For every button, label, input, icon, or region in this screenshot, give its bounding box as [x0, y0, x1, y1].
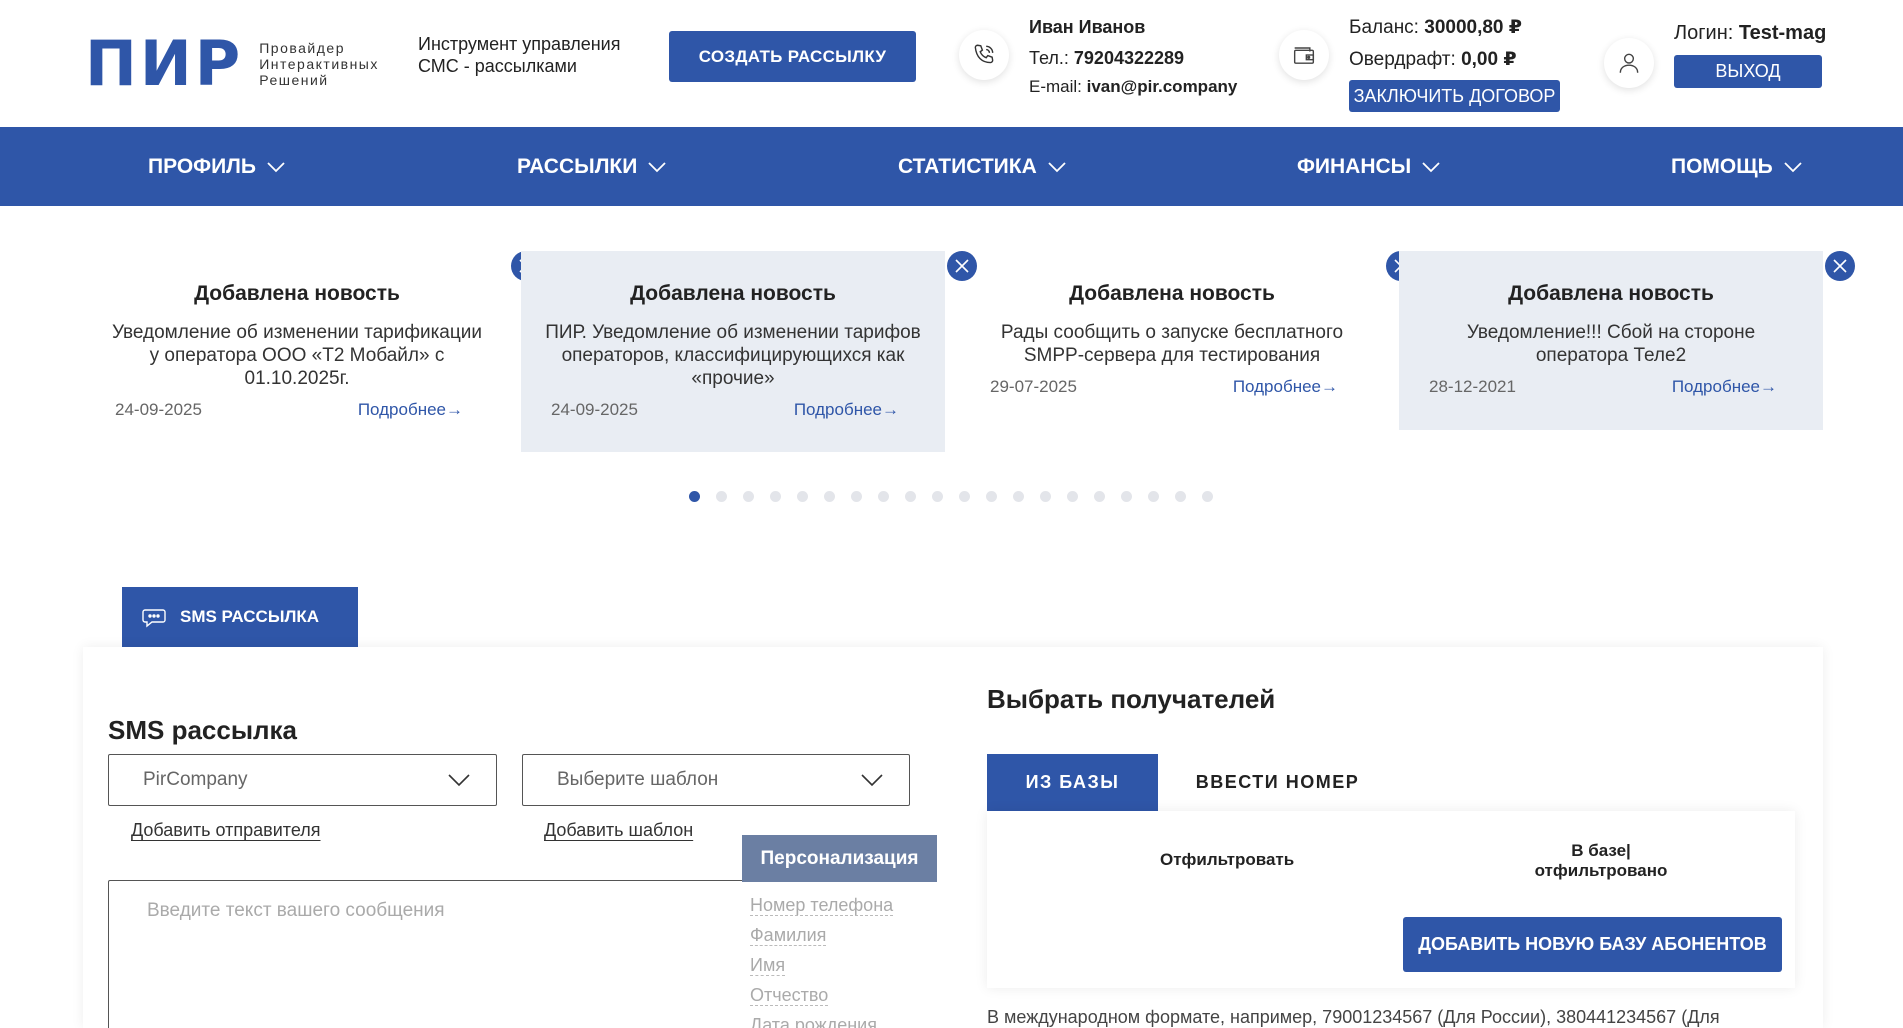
news-title: Добавлена новость — [630, 282, 836, 305]
contract-button[interactable]: ЗАКЛЮЧИТЬ ДОГОВОР — [1349, 80, 1560, 112]
slider-dot[interactable] — [959, 491, 970, 502]
template-select[interactable]: Выберите шаблон — [522, 754, 910, 806]
login-value: Test-mag — [1738, 22, 1827, 44]
news-more-link[interactable]: Подробнее→ — [794, 400, 899, 420]
slider-dot[interactable] — [1121, 491, 1132, 502]
add-subscriber-base-button[interactable]: ДОБАВИТЬ НОВУЮ БАЗУ АБОНЕНТОВ — [1403, 917, 1782, 972]
sender-select[interactable]: PirCompany — [108, 754, 497, 806]
recipients-heading: Выбрать получателей — [987, 684, 1276, 714]
slider-dot[interactable] — [1040, 491, 1051, 502]
slider-dot[interactable] — [797, 491, 808, 502]
base-count-label: В базе| отфильтровано — [1534, 841, 1668, 880]
news-more-link[interactable]: Подробнее→ — [1233, 377, 1338, 397]
news-more-link[interactable]: Подробнее→ — [1672, 377, 1777, 397]
nav-profile[interactable]: ПРОФИЛЬ — [148, 127, 286, 206]
tab-from-base[interactable]: ИЗ БАЗЫ — [987, 754, 1158, 811]
slider-dot[interactable] — [1175, 491, 1186, 502]
slider-dot[interactable] — [1094, 491, 1105, 502]
news-text: ПИР. Уведомление об изменении тарифов оп… — [545, 322, 921, 389]
nav-statistics[interactable]: СТАТИСТИКА — [898, 127, 1067, 206]
tab-sms-mailing[interactable]: SMS РАССЫЛКА — [122, 587, 358, 647]
news-more-link[interactable]: Подробнее→ — [358, 400, 463, 420]
personalization-item[interactable]: Фамилия — [750, 920, 937, 950]
balance-info: Баланс: 30000,80 ₽ Овердрафт: 0,00 ₽ — [1349, 12, 1522, 76]
slider-dot[interactable] — [716, 491, 727, 502]
user-icon — [1604, 38, 1654, 88]
chevron-down-icon — [1784, 161, 1802, 172]
sms-heading: SMS рассылка — [108, 715, 298, 745]
login-info: Логин: Test-mag — [1674, 22, 1827, 44]
tab-enter-number[interactable]: ВВЕСТИ НОМЕР — [1185, 754, 1370, 811]
message-input[interactable]: Введите текст вашего сообщения — [108, 880, 748, 1028]
personalization-item[interactable]: Отчество — [750, 980, 937, 1010]
slider-dot[interactable] — [1067, 491, 1078, 502]
slider-dot[interactable] — [905, 491, 916, 502]
close-icon[interactable] — [1825, 251, 1855, 281]
slider-dot[interactable] — [770, 491, 781, 502]
add-sender-link[interactable]: Добавить отправителя — [131, 820, 321, 841]
logo-mark: ПИР — [85, 27, 244, 100]
chevron-down-icon — [648, 161, 666, 172]
news-card: Добавлена новость Рады сообщить о запуск… — [960, 251, 1416, 430]
personalization-item[interactable]: Номер телефона — [750, 890, 937, 920]
personalization-title: Персонализация — [742, 835, 937, 882]
tagline: Инструмент управления СМС - рассылками — [418, 34, 621, 76]
slider-dot[interactable] — [986, 491, 997, 502]
contact-email: E-mail: ivan@pir.company — [1029, 77, 1238, 96]
nav-finances[interactable]: ФИНАНСЫ — [1297, 127, 1441, 206]
news-title: Добавлена новость — [1069, 282, 1275, 305]
filter-box: Отфильтровать В базе| отфильтровано ДОБА… — [987, 811, 1795, 988]
contact-phone: Тел.: 79204322289 — [1029, 48, 1185, 68]
add-template-link[interactable]: Добавить шаблон — [544, 820, 693, 841]
nav-mailings[interactable]: РАССЫЛКИ — [517, 127, 667, 206]
nav-help[interactable]: ПОМОЩЬ — [1671, 127, 1803, 206]
news-date: 24-09-2025 — [115, 400, 202, 419]
slider-dot[interactable] — [1013, 491, 1024, 502]
chevron-down-icon — [267, 161, 285, 172]
logo-subtitle: Провайдер Интерактивных Решений — [259, 40, 379, 88]
news-text: Рады сообщить о запуске бесплатного SMPP… — [1000, 322, 1344, 366]
contact-info: Иван Иванов Тел.: 79204322289 E-mail: iv… — [1029, 12, 1237, 100]
personalization-item[interactable]: Имя — [750, 950, 937, 980]
phone-icon — [959, 30, 1009, 80]
logout-button[interactable]: ВЫХОД — [1674, 55, 1822, 88]
news-date: 24-09-2025 — [551, 400, 638, 419]
slider-dot[interactable] — [932, 491, 943, 502]
chevron-down-icon — [1422, 161, 1440, 172]
chat-icon — [142, 609, 166, 628]
chevron-down-icon — [1048, 161, 1066, 172]
news-date: 28-12-2021 — [1429, 377, 1516, 396]
slider-dot[interactable] — [743, 491, 754, 502]
chevron-down-icon — [448, 774, 470, 787]
news-card: Добавлена новость Уведомление об изменен… — [85, 251, 541, 452]
logo[interactable]: ПИР Провайдер Интерактивных Решений — [85, 27, 379, 100]
news-title: Добавлена новость — [194, 282, 400, 305]
balance: Баланс: 30000,80 ₽ — [1349, 17, 1522, 38]
news-date: 29-07-2025 — [990, 377, 1077, 396]
filter-label[interactable]: Отфильтровать — [1160, 850, 1294, 870]
slider-dot[interactable] — [824, 491, 835, 502]
personalization-panel: Персонализация Номер телефона Фамилия Им… — [742, 835, 937, 1028]
wallet-icon — [1279, 30, 1329, 80]
personalization-item[interactable]: Дата рождения — [750, 1010, 937, 1028]
slider-dot[interactable] — [851, 491, 862, 502]
slider-dot[interactable] — [689, 491, 700, 502]
slider-dot[interactable] — [1202, 491, 1213, 502]
news-title: Добавлена новость — [1508, 282, 1714, 305]
main-nav: ПРОФИЛЬ РАССЫЛКИ СТАТИСТИКА ФИНАНСЫ ПОМО… — [0, 127, 1903, 206]
overdraft: Овердрафт: 0,00 ₽ — [1349, 49, 1517, 70]
slider-dot[interactable] — [1148, 491, 1159, 502]
news-text: Уведомление об изменении тарификации у о… — [112, 322, 482, 389]
slider-dot[interactable] — [878, 491, 889, 502]
format-hint: В международном формате, например, 79001… — [987, 1007, 1720, 1027]
news-card: Добавлена новость ПИР. Уведомление об из… — [521, 251, 977, 452]
contact-name: Иван Иванов — [1029, 17, 1146, 37]
header: ПИР Провайдер Интерактивных Решений Инст… — [0, 0, 1903, 127]
create-mailing-button[interactable]: СОЗДАТЬ РАССЫЛКУ — [669, 31, 916, 82]
news-card: Добавлена новость Уведомление!!! Сбой на… — [1399, 251, 1855, 430]
chevron-down-icon — [861, 774, 883, 787]
slider-dots — [689, 491, 1229, 502]
news-text: Уведомление!!! Сбой на стороне оператора… — [1466, 322, 1756, 366]
